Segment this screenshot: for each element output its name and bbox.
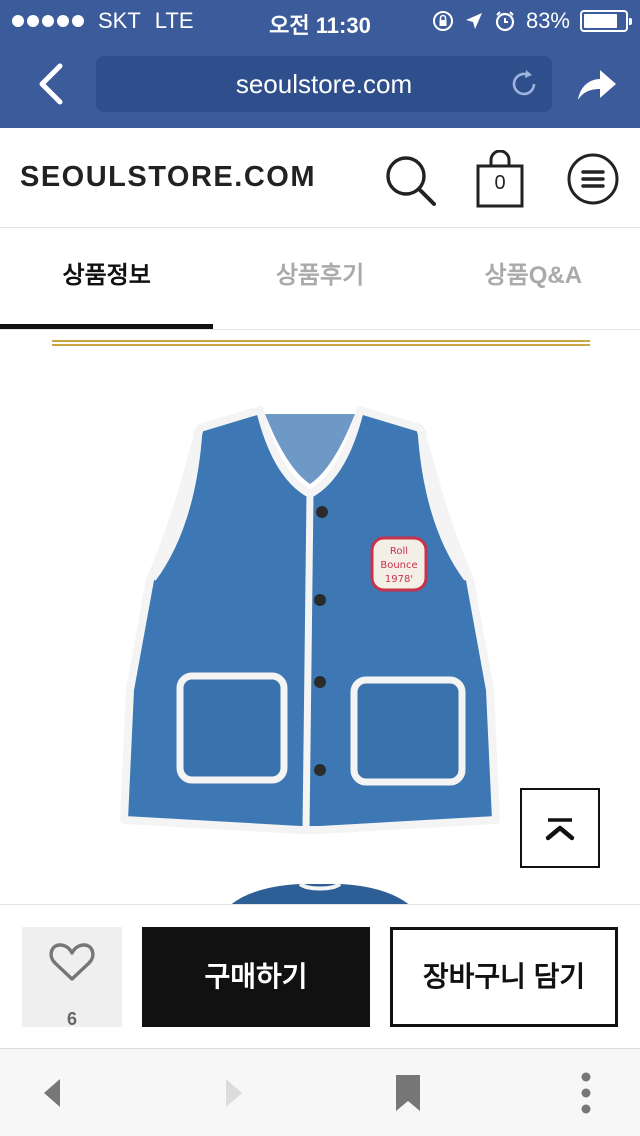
site-header: SEOULSTORE.COM 0 [0,128,640,228]
chevron-up-icon [545,818,575,841]
tab-product-reviews[interactable]: 상품후기 [213,228,426,329]
browser-toolbar [0,1048,640,1136]
browser-chrome: SKT LTE 오전 11:30 83% seoulstore.com [0,0,640,128]
search-icon[interactable] [382,152,438,208]
reload-icon[interactable] [508,68,540,100]
hamburger-menu-icon[interactable] [566,152,620,206]
browser-back-chevron-icon[interactable] [30,60,74,108]
patch-text-line3: 1978' [385,574,413,585]
address-bar[interactable]: seoulstore.com [96,56,552,112]
product-tabs: 상품정보 상품후기 상품Q&A [0,228,640,330]
share-arrow-icon[interactable] [574,64,618,104]
url-text: seoulstore.com [235,69,413,99]
like-button[interactable]: 6 [22,927,122,1029]
heart-icon [49,943,95,981]
tab-product-qna[interactable]: 상품Q&A [427,228,640,329]
location-arrow-icon [465,13,482,29]
cart-count: 0 [494,172,506,194]
site-logo[interactable]: SEOULSTORE.COM [20,161,316,194]
status-bar: SKT LTE 오전 11:30 83% [0,0,640,40]
toolbar-back-icon[interactable] [30,1071,74,1115]
bookmark-icon[interactable] [386,1071,430,1115]
patch-text-line2: Bounce [380,560,417,571]
battery-icon [580,10,632,32]
section-divider [52,340,590,346]
purchase-action-bar: 6 구매하기 장바구니 담기 [0,904,640,1048]
rotation-lock-icon [432,11,453,31]
product-image-denim-vest: Roll Bounce 1978' [120,406,500,834]
more-options-icon[interactable] [564,1071,608,1115]
product-image-second-preview [231,882,409,904]
scroll-to-top-button[interactable] [520,788,600,868]
toolbar-forward-icon[interactable] [212,1071,256,1115]
battery-percent: 83% [525,8,570,33]
tab-product-info[interactable]: 상품정보 [0,228,214,329]
alarm-clock-icon [495,11,515,32]
add-to-cart-button[interactable]: 장바구니 담기 [390,927,618,1027]
patch-text-line1: Roll [390,546,408,557]
buy-now-button[interactable]: 구매하기 [142,927,370,1027]
like-count: 6 [66,1009,77,1029]
product-detail-content: Roll Bounce 1978' [0,330,640,904]
shopping-bag-button[interactable]: 0 [474,149,530,210]
